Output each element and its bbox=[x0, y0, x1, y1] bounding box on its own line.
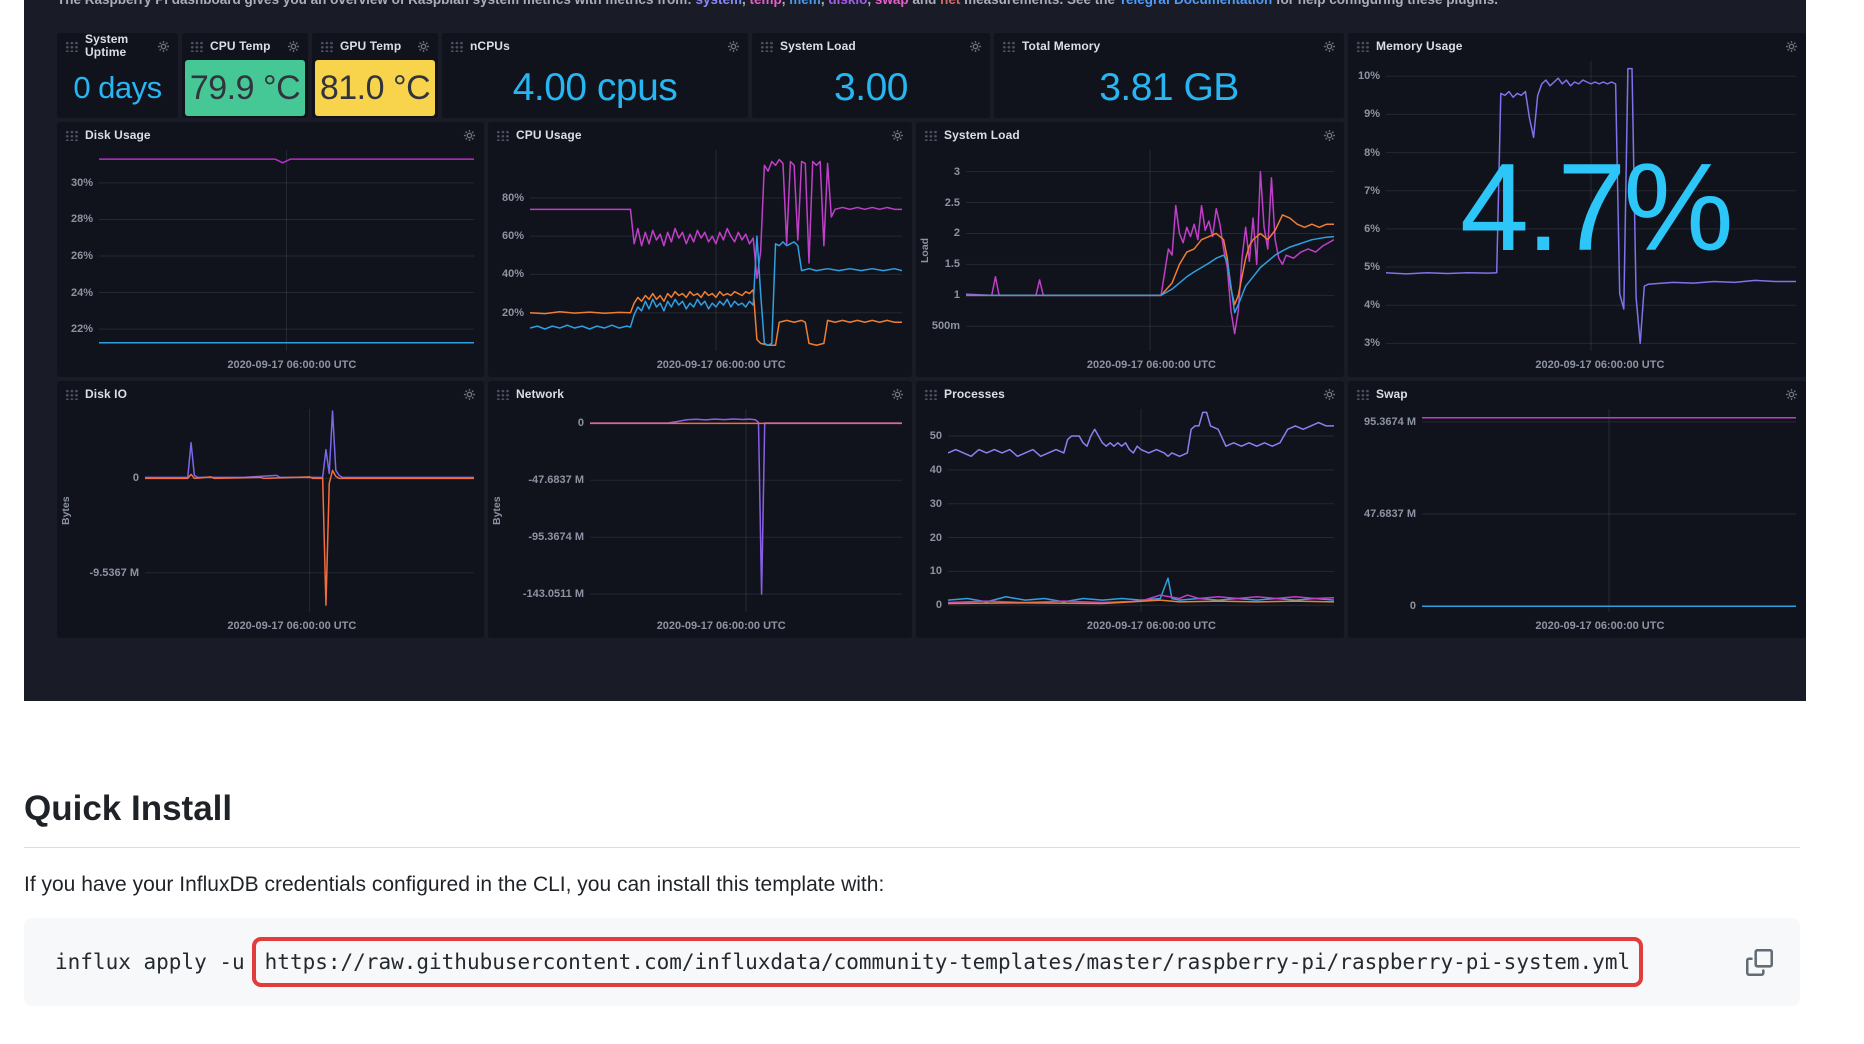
y-axis: 50403020100 bbox=[918, 409, 948, 612]
chart-plot-area[interactable] bbox=[948, 409, 1334, 612]
gear-icon[interactable] bbox=[1323, 129, 1336, 142]
panel-total-memory: Total Memory 3.81 GB bbox=[994, 33, 1344, 118]
panel-cpu-usage: CPU Usage 80%60%40%20% 2020-09-17 06:00:… bbox=[488, 122, 912, 377]
gear-icon[interactable] bbox=[891, 129, 904, 142]
stat-value: 4.00 cpus bbox=[442, 63, 748, 112]
gear-icon[interactable] bbox=[1323, 388, 1336, 401]
y-axis: 0-9.5367 M bbox=[73, 409, 145, 612]
quick-install-paragraph: If you have your InfluxDB credentials co… bbox=[24, 873, 884, 897]
x-axis-label: 2020-09-17 06:00:00 UTC bbox=[121, 620, 463, 632]
drag-handle-icon[interactable] bbox=[1356, 40, 1369, 52]
panel-title: nCPUs bbox=[470, 40, 510, 53]
drag-handle-icon[interactable] bbox=[496, 388, 509, 400]
copy-button[interactable] bbox=[1742, 945, 1776, 979]
panel-gpu-temp: GPU Temp 81.0 °C bbox=[312, 33, 438, 118]
command-prefix: influx apply -u bbox=[55, 950, 245, 974]
x-axis-label: 2020-09-17 06:00:00 UTC bbox=[1417, 620, 1783, 632]
drag-handle-icon[interactable] bbox=[760, 40, 773, 52]
y-axis: 80%60%40%20% bbox=[490, 150, 530, 351]
gear-icon[interactable] bbox=[969, 40, 982, 53]
drag-handle-icon[interactable] bbox=[1356, 388, 1369, 400]
panel-title: Disk IO bbox=[85, 388, 127, 401]
chart-plot-area[interactable] bbox=[590, 409, 902, 612]
panel-title: CPU Usage bbox=[516, 129, 582, 142]
gear-icon[interactable] bbox=[1785, 388, 1798, 401]
panel-system-uptime: System Uptime 0 days bbox=[57, 33, 178, 118]
panel-disk-io: Disk IO Bytes 0-9.5367 M 2020-09-17 06:0… bbox=[57, 381, 484, 638]
panel-system-load-stat: System Load 3.00 bbox=[752, 33, 990, 118]
drag-handle-icon[interactable] bbox=[65, 40, 78, 52]
drag-handle-icon[interactable] bbox=[320, 40, 333, 52]
y-axis: 10%9%8%7%6%5%4%3% bbox=[1350, 61, 1386, 351]
gear-icon[interactable] bbox=[1785, 40, 1798, 53]
y-axis-unit-label: Bytes bbox=[490, 409, 504, 612]
drag-handle-icon[interactable] bbox=[65, 388, 78, 400]
chart-plot-area[interactable] bbox=[99, 150, 474, 351]
panel-title: CPU Temp bbox=[210, 40, 271, 53]
gear-icon[interactable] bbox=[157, 40, 170, 53]
stat-value: 3.00 bbox=[752, 63, 990, 112]
drag-handle-icon[interactable] bbox=[496, 129, 509, 141]
panel-system-load-chart: System Load Load 32.521.51500m 2020-09-1… bbox=[916, 122, 1344, 377]
panel-title: Processes bbox=[944, 388, 1005, 401]
panel-title: Disk Usage bbox=[85, 129, 151, 142]
dashboard-screenshot: The Raspberry Pi dashboard gives you an … bbox=[24, 0, 1806, 701]
panel-processes: Processes 50403020100 2020-09-17 06:00:0… bbox=[916, 381, 1344, 638]
gear-icon[interactable] bbox=[463, 129, 476, 142]
panel-title: Network bbox=[516, 388, 564, 401]
panel-swap: Swap 95.3674 M47.6837 M0 2020-09-17 06:0… bbox=[1348, 381, 1806, 638]
drag-handle-icon[interactable] bbox=[190, 40, 203, 52]
panel-title: System Load bbox=[780, 40, 856, 53]
install-command-codeblock: influx apply -u https://raw.githubuserco… bbox=[24, 918, 1800, 1006]
panel-title: Memory Usage bbox=[1376, 40, 1463, 53]
gear-icon[interactable] bbox=[417, 40, 430, 53]
panel-title: System Load bbox=[944, 129, 1020, 142]
copy-icon bbox=[1746, 949, 1773, 976]
x-axis-label: 2020-09-17 06:00:00 UTC bbox=[121, 359, 463, 371]
chart-plot-area[interactable] bbox=[530, 150, 902, 351]
x-axis-label: 2020-09-17 06:00:00 UTC bbox=[552, 359, 891, 371]
gear-icon[interactable] bbox=[727, 40, 740, 53]
drag-handle-icon[interactable] bbox=[450, 40, 463, 52]
gear-icon[interactable] bbox=[463, 388, 476, 401]
panel-title: Swap bbox=[1376, 388, 1408, 401]
panel-title: GPU Temp bbox=[340, 40, 401, 53]
drag-handle-icon[interactable] bbox=[924, 388, 937, 400]
x-axis-label: 2020-09-17 06:00:00 UTC bbox=[1417, 359, 1783, 371]
panel-cpu-temp: CPU Temp 79.9 °C bbox=[182, 33, 308, 118]
x-axis-label: 2020-09-17 06:00:00 UTC bbox=[552, 620, 891, 632]
panel-memory-usage: Memory Usage 10%9%8%7%6%5%4%3% 4.7% 2020… bbox=[1348, 33, 1806, 377]
y-axis: 0-47.6837 M-95.3674 M-143.0511 M bbox=[504, 409, 590, 612]
chart-plot-area[interactable] bbox=[145, 409, 474, 612]
gear-icon[interactable] bbox=[287, 40, 300, 53]
gear-icon[interactable] bbox=[891, 388, 904, 401]
y-axis-unit-label: Load bbox=[918, 150, 932, 351]
panel-title: System Uptime bbox=[85, 33, 157, 59]
quick-install-heading: Quick Install bbox=[24, 787, 1800, 848]
y-axis: 95.3674 M47.6837 M0 bbox=[1350, 409, 1422, 612]
panel-ncpus: nCPUs 4.00 cpus bbox=[442, 33, 748, 118]
panel-title: Total Memory bbox=[1022, 40, 1100, 53]
stat-value: 0 days bbox=[57, 63, 178, 112]
chart-plot-area[interactable] bbox=[966, 150, 1334, 351]
stat-value: 3.81 GB bbox=[994, 63, 1344, 112]
drag-handle-icon[interactable] bbox=[924, 129, 937, 141]
stat-value: 81.0 °C bbox=[315, 60, 435, 116]
y-axis: 30%28%26%24%22% bbox=[59, 150, 99, 351]
stat-value: 79.9 °C bbox=[185, 60, 305, 116]
chart-plot-area[interactable] bbox=[1386, 61, 1796, 351]
drag-handle-icon[interactable] bbox=[65, 129, 78, 141]
x-axis-label: 2020-09-17 06:00:00 UTC bbox=[980, 359, 1322, 371]
y-axis: 32.521.51500m bbox=[932, 150, 966, 351]
command-url-annotation: https://raw.githubusercontent.com/influx… bbox=[252, 937, 1643, 987]
drag-handle-icon[interactable] bbox=[1002, 40, 1015, 52]
panel-network: Network Bytes 0-47.6837 M-95.3674 M-143.… bbox=[488, 381, 912, 638]
intro-text: The Raspberry Pi dashboard gives you an … bbox=[57, 0, 1786, 7]
x-axis-label: 2020-09-17 06:00:00 UTC bbox=[980, 620, 1322, 632]
panel-disk-usage: Disk Usage 30%28%26%24%22% 2020-09-17 06… bbox=[57, 122, 484, 377]
gear-icon[interactable] bbox=[1323, 40, 1336, 53]
y-axis-unit-label: Bytes bbox=[59, 409, 73, 612]
chart-plot-area[interactable] bbox=[1422, 409, 1796, 612]
